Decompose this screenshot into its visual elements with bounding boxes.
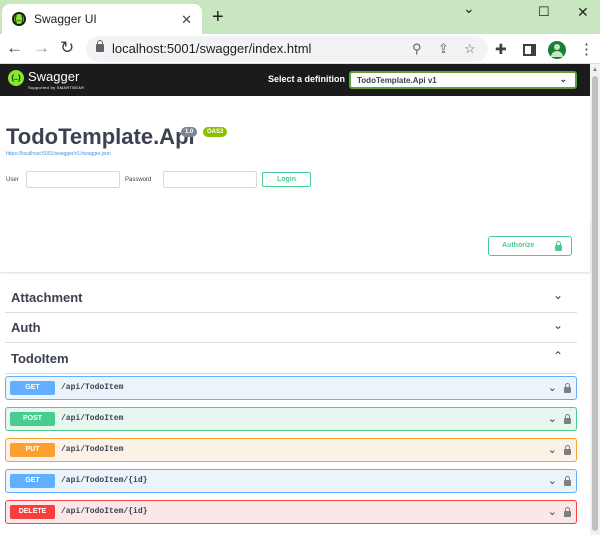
scroll-thumb[interactable] <box>592 76 598 531</box>
user-input[interactable] <box>26 171 120 188</box>
lock-icon[interactable] <box>564 414 571 424</box>
operation-post-todoitem[interactable]: POST /api/TodoItem ⌄ <box>5 407 577 431</box>
api-info-section: TodoTemplate.Api 1.0 OAS3 https://localh… <box>0 96 590 220</box>
authorize-label: Authorize <box>502 242 535 249</box>
definition-select[interactable]: TodoTemplate.Api v1 ⌄ <box>349 71 577 89</box>
login-button[interactable]: Login <box>262 172 311 187</box>
lock-icon[interactable] <box>564 507 571 517</box>
back-arrow-icon[interactable]: ← <box>6 38 23 58</box>
chevron-down-icon[interactable]: ⌄ <box>548 381 557 394</box>
scheme-container: Authorize <box>0 220 590 272</box>
share-icon[interactable]: ⇪ <box>438 41 449 57</box>
method-badge: POST <box>10 412 55 426</box>
browser-tabstrip: {..} Swagger UI ✕ + ⌄ ☐ ✕ <box>0 0 600 34</box>
menu-kebab-icon[interactable]: ⋮ <box>579 40 594 58</box>
spec-json-link[interactable]: https://localhost:5001/swagger/v1/swagge… <box>6 151 111 157</box>
tag-name: Auth <box>11 320 41 335</box>
tag-name: TodoItem <box>11 351 69 366</box>
chevron-down-icon[interactable]: ⌄ <box>548 412 557 425</box>
chevron-down-icon: ⌄ <box>559 74 567 84</box>
swagger-logo-text[interactable]: Swagger <box>28 69 79 84</box>
operation-path: /api/TodoItem <box>61 414 124 423</box>
browser-tab[interactable]: {..} Swagger UI ✕ <box>2 4 202 34</box>
operation-path: /api/TodoItem/{id} <box>61 507 148 516</box>
method-badge: DELETE <box>10 505 55 519</box>
password-label: Password <box>125 177 152 183</box>
unlock-icon <box>555 241 562 251</box>
password-input[interactable] <box>163 171 257 188</box>
operation-get-todoitem-id[interactable]: GET /api/TodoItem/{id} ⌄ <box>5 469 577 493</box>
tag-name: Attachment <box>11 290 83 305</box>
chevron-down-icon[interactable]: ⌄ <box>553 318 563 332</box>
zoom-icon[interactable]: ⚲ <box>412 41 422 57</box>
swagger-logo-icon[interactable]: {..} <box>8 70 24 86</box>
version-badge: 1.0 <box>181 127 198 137</box>
side-panel-icon[interactable] <box>523 44 536 56</box>
lock-icon[interactable] <box>564 383 571 393</box>
lock-icon[interactable] <box>564 476 571 486</box>
forward-arrow-icon[interactable]: → <box>33 38 50 58</box>
method-badge: PUT <box>10 443 55 457</box>
operation-path: /api/TodoItem <box>61 383 124 392</box>
tag-todoitem[interactable]: TodoItem ⌃ <box>5 343 577 374</box>
browser-toolbar: ← → ↻ localhost:5001/swagger/index.html … <box>0 34 600 64</box>
authorize-button[interactable]: Authorize <box>488 236 572 256</box>
api-title: TodoTemplate.Api <box>6 124 195 149</box>
tab-title: Swagger UI <box>34 12 97 26</box>
profile-avatar-icon[interactable] <box>548 41 566 59</box>
definition-label: Select a definition <box>268 74 346 84</box>
bookmark-star-icon[interactable]: ☆ <box>464 41 476 57</box>
minimize-icon[interactable]: ⌄ <box>463 0 475 17</box>
oas-badge: OAS3 <box>203 127 228 137</box>
lock-icon[interactable] <box>96 40 104 52</box>
page-scrollbar[interactable]: ▲ <box>590 64 600 535</box>
operation-path: /api/TodoItem/{id} <box>61 476 148 485</box>
chevron-up-icon[interactable]: ⌃ <box>553 349 563 363</box>
swagger-logo-subtitle: Supported by SMARTBEAR <box>28 85 85 90</box>
definition-select-value: TodoTemplate.Api v1 <box>357 76 437 85</box>
scroll-up-arrow-icon[interactable]: ▲ <box>592 67 598 73</box>
method-badge: GET <box>10 474 55 488</box>
operation-get-todoitem[interactable]: GET /api/TodoItem ⌄ <box>5 376 577 400</box>
extensions-puzzle-icon[interactable]: ✚ <box>495 41 507 58</box>
address-bar[interactable]: localhost:5001/swagger/index.html ⚲ ⇪ ☆ <box>86 36 488 62</box>
operation-put-todoitem[interactable]: PUT /api/TodoItem ⌄ <box>5 438 577 462</box>
maximize-icon[interactable]: ☐ <box>538 4 550 20</box>
close-tab-icon[interactable]: ✕ <box>181 12 192 28</box>
method-badge: GET <box>10 381 55 395</box>
user-label: User <box>6 177 19 183</box>
window-close-icon[interactable]: ✕ <box>577 4 589 21</box>
new-tab-plus-icon[interactable]: + <box>212 7 224 27</box>
url-text[interactable]: localhost:5001/swagger/index.html <box>112 41 311 56</box>
chevron-down-icon[interactable]: ⌄ <box>553 288 563 302</box>
swagger-favicon-icon: {..} <box>12 12 26 26</box>
operation-delete-todoitem-id[interactable]: DELETE /api/TodoItem/{id} ⌄ <box>5 500 577 524</box>
swagger-topbar: {..} Swagger Supported by SMARTBEAR Sele… <box>0 64 590 96</box>
operation-path: /api/TodoItem <box>61 445 124 454</box>
lock-icon[interactable] <box>564 445 571 455</box>
chevron-down-icon[interactable]: ⌄ <box>548 443 557 456</box>
chevron-down-icon[interactable]: ⌄ <box>548 474 557 487</box>
tag-attachment[interactable]: Attachment ⌄ <box>5 282 577 313</box>
tag-auth[interactable]: Auth ⌄ <box>5 312 577 343</box>
reload-icon[interactable]: ↻ <box>60 38 74 58</box>
chevron-down-icon[interactable]: ⌄ <box>548 505 557 518</box>
